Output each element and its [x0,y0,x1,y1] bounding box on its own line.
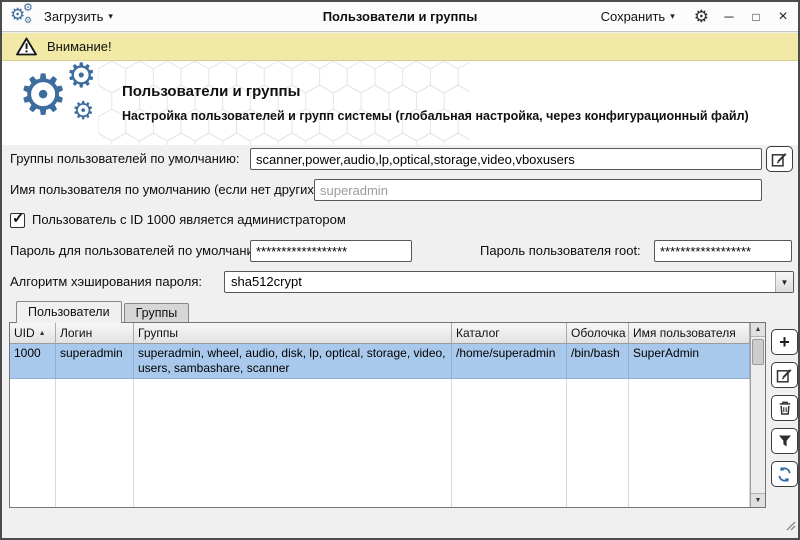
admin-id1000-checkbox[interactable]: ✓ [10,210,25,228]
users-groups-gears-icon: ⚙ ⚙ ⚙ [18,61,114,143]
column-label: Оболочка [571,326,626,340]
root-password-label: Пароль пользователя root: [480,243,641,258]
cell-username: SuperAdmin [629,344,750,378]
cell-shell: /bin/bash [567,344,629,378]
warning-triangle-icon [16,37,37,56]
gear-icon: ⚙ [66,61,97,95]
edit-pencil-icon [776,368,792,383]
load-menu-label: Загрузить [44,9,104,24]
save-menu-button[interactable]: Сохранить ▾ [595,5,681,28]
close-button[interactable]: × [776,8,790,26]
sort-ascending-icon: ▲ [38,329,46,337]
cell-groups: superadmin, wheel, audio, disk, lp, opti… [134,344,452,378]
scroll-up-button[interactable]: ▲ [751,323,765,337]
scroll-down-icon: ▼ [754,497,762,504]
empty-column [56,379,134,507]
warning-text: Внимание! [47,39,112,54]
gear-icon: ⚙ [24,14,33,25]
chevron-down-icon: ▼ [780,277,789,287]
tab-bar: Пользователи Группы [16,301,190,323]
titlebar: ⚙ ⚙ ⚙ Загрузить ▾ Пользователи и группы … [2,2,798,32]
check-icon: ✓ [12,210,25,227]
gear-icon: ⚙ [18,63,69,126]
minimize-button[interactable]: ─ [722,9,736,24]
column-header-username[interactable]: Имя пользователя [629,323,750,343]
resize-grip-icon [786,521,796,531]
refresh-icon [778,466,791,482]
scroll-down-button[interactable]: ▼ [751,493,765,507]
default-groups-label: Группы пользователей по умолчанию: [10,151,240,166]
app-window: ⚙ ⚙ ⚙ Загрузить ▾ Пользователи и группы … [0,0,800,540]
tab-groups[interactable]: Группы [123,303,190,322]
gear-icon: ⚙ [72,97,95,125]
page-title: Пользователи и группы [122,83,301,100]
admin-id1000-label: Пользователь с ID 1000 является админист… [32,212,346,227]
column-label: Имя пользователя [633,326,736,340]
hash-algorithm-select[interactable]: sha512crypt ▼ [224,271,794,293]
plus-icon: + [779,332,790,352]
table-row-selected[interactable]: 1000 superadmin superadmin, wheel, audio… [10,344,750,379]
refresh-button[interactable] [771,461,798,487]
hash-algorithm-value: sha512crypt [231,274,302,289]
hexagon-pattern [98,61,470,145]
empty-column [134,379,452,507]
page-header: ⚙ ⚙ ⚙ Пользователи и группы Настройка по… [2,61,798,145]
vertical-scrollbar[interactable]: ▲ ▼ [750,323,765,507]
tab-users[interactable]: Пользователи [16,301,122,323]
cell-login: superadmin [56,344,134,378]
filter-button[interactable] [771,428,798,454]
page-subtitle: Настройка пользователей и групп системы … [122,109,749,123]
save-menu-label: Сохранить [600,9,666,24]
table-header: UID ▲ Логин Группы Каталог Оболочка Имя … [10,323,750,344]
cell-directory: /home/superadmin [452,344,567,378]
empty-column [629,379,750,507]
default-username-label: Имя пользователя по умолчанию (если нет … [10,182,322,197]
warning-banner: Внимание! [2,33,798,61]
chevron-down-icon: ▾ [108,11,113,21]
gear-icon: ⚙ [23,1,33,14]
edit-pencil-icon [771,152,787,167]
filter-funnel-icon [778,435,791,447]
column-label: Каталог [456,326,500,340]
combo-dropdown-button[interactable]: ▼ [775,272,793,292]
column-header-login[interactable]: Логин [56,323,134,343]
app-logo-gears-icon: ⚙ ⚙ ⚙ [10,1,38,29]
hash-algorithm-label: Алгоритм хэширования пароля: [10,274,202,289]
users-table-panel: UID ▲ Логин Группы Каталог Оболочка Имя … [9,322,766,508]
column-header-directory[interactable]: Каталог [452,323,567,343]
edit-groups-button[interactable] [766,146,793,172]
load-menu-button[interactable]: Загрузить ▾ [38,5,119,28]
default-password-label: Пароль для пользователей по умолчанию: [10,243,268,258]
default-password-input[interactable] [250,240,412,262]
column-label: Группы [138,326,178,340]
scroll-up-icon: ▲ [754,326,762,333]
resize-grip[interactable] [783,518,796,536]
titlebar-right-controls: Сохранить ▾ ⚙ ─ □ × [595,5,790,28]
default-username-input[interactable] [314,179,762,201]
chevron-down-icon: ▾ [670,11,675,21]
cell-uid: 1000 [10,344,56,378]
delete-user-button[interactable] [771,395,798,421]
default-groups-input[interactable] [250,148,762,170]
maximize-button[interactable]: □ [749,10,763,24]
add-user-button[interactable]: + [771,329,798,355]
column-header-uid[interactable]: UID ▲ [10,323,56,343]
users-table: UID ▲ Логин Группы Каталог Оболочка Имя … [10,323,750,507]
empty-column [567,379,629,507]
settings-gear-icon[interactable]: ⚙ [694,8,709,25]
empty-column [10,379,56,507]
table-empty-area [10,379,750,507]
root-password-input[interactable] [654,240,792,262]
scrollbar-thumb[interactable] [752,339,764,365]
column-header-shell[interactable]: Оболочка [567,323,629,343]
trash-icon [779,401,790,415]
empty-column [452,379,567,507]
column-label: Логин [60,326,93,340]
column-label: UID [14,326,35,340]
column-header-groups[interactable]: Группы [134,323,452,343]
edit-user-button[interactable] [771,362,798,388]
